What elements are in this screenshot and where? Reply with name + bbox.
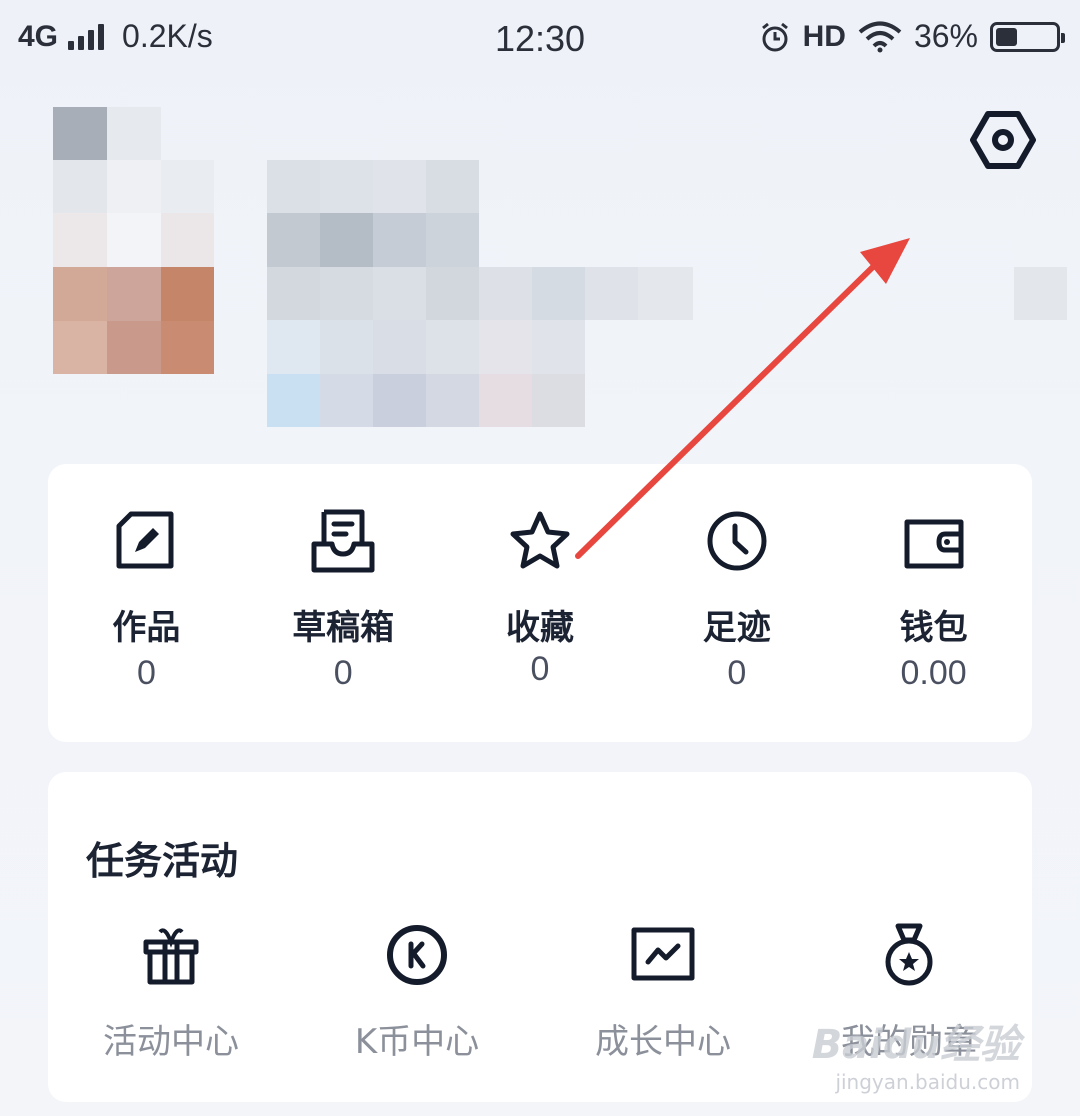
drafts-tray-icon — [311, 509, 375, 573]
username-block — [267, 160, 697, 427]
stat-footprints[interactable]: 足迹 0 — [638, 464, 835, 742]
battery-fill — [996, 27, 1017, 46]
stat-value: 0 — [530, 650, 550, 688]
stat-value: 0 — [136, 654, 156, 692]
stat-wallet[interactable]: 钱包 0.00 — [835, 464, 1032, 742]
settings-button[interactable] — [968, 108, 1038, 172]
task-k-coin-center[interactable]: K币中心 — [294, 922, 540, 1072]
stat-label: 钱包 — [899, 608, 968, 648]
stats-row: 作品 0 草稿箱 0 收藏 0 足迹 0 钱包 0.00 — [48, 464, 1032, 742]
battery-percent: 36% — [913, 18, 978, 54]
stat-drafts[interactable]: 草稿箱 0 — [245, 464, 442, 742]
medal-icon — [885, 923, 933, 986]
task-growth-center[interactable]: 成长中心 — [540, 922, 786, 1072]
battery-icon — [990, 21, 1065, 52]
clock-icon — [707, 511, 767, 571]
stat-label: 足迹 — [702, 608, 771, 648]
tasks-title: 任务活动 — [86, 839, 239, 883]
status-bar: 4G 0.2K/s 12:30 HD 36% — [0, 0, 1080, 78]
stats-card: 作品 0 草稿箱 0 收藏 0 足迹 0 钱包 0.00 — [48, 464, 1032, 742]
star-icon — [510, 511, 570, 569]
stat-value: 0 — [727, 654, 747, 692]
stat-label: 作品 — [112, 608, 181, 648]
task-label: K币中心 — [354, 1022, 480, 1062]
profile-blur-strip — [1014, 267, 1067, 320]
stat-label: 草稿箱 — [292, 608, 395, 648]
task-label: 活动中心 — [103, 1022, 239, 1062]
hd-indicator: HD — [802, 19, 846, 53]
watermark-logo: Baidu经验 — [811, 1022, 1020, 1068]
wifi-icon — [858, 21, 902, 52]
growth-chart-icon — [631, 927, 695, 981]
edit-document-icon — [116, 511, 174, 569]
stat-value: 0 — [333, 654, 353, 692]
settings-hexagon-icon — [970, 111, 1036, 169]
alarm-icon — [761, 22, 788, 51]
task-activity-center[interactable]: 活动中心 — [48, 922, 294, 1072]
stat-label: 收藏 — [505, 608, 574, 648]
watermark-url: jingyan.baidu.com — [835, 1070, 1020, 1094]
avatar[interactable] — [53, 107, 214, 374]
watermark: Baidu经验 jingyan.baidu.com — [812, 1012, 1020, 1094]
status-right: HD 36% — [759, 18, 1065, 55]
wallet-icon — [904, 519, 964, 569]
gift-icon — [143, 928, 199, 985]
stat-favorites[interactable]: 收藏 0 — [442, 464, 639, 742]
stat-value: 0.00 — [900, 654, 967, 692]
stat-works[interactable]: 作品 0 — [48, 464, 245, 742]
k-coin-icon — [387, 925, 447, 985]
task-label: 成长中心 — [595, 1022, 731, 1062]
